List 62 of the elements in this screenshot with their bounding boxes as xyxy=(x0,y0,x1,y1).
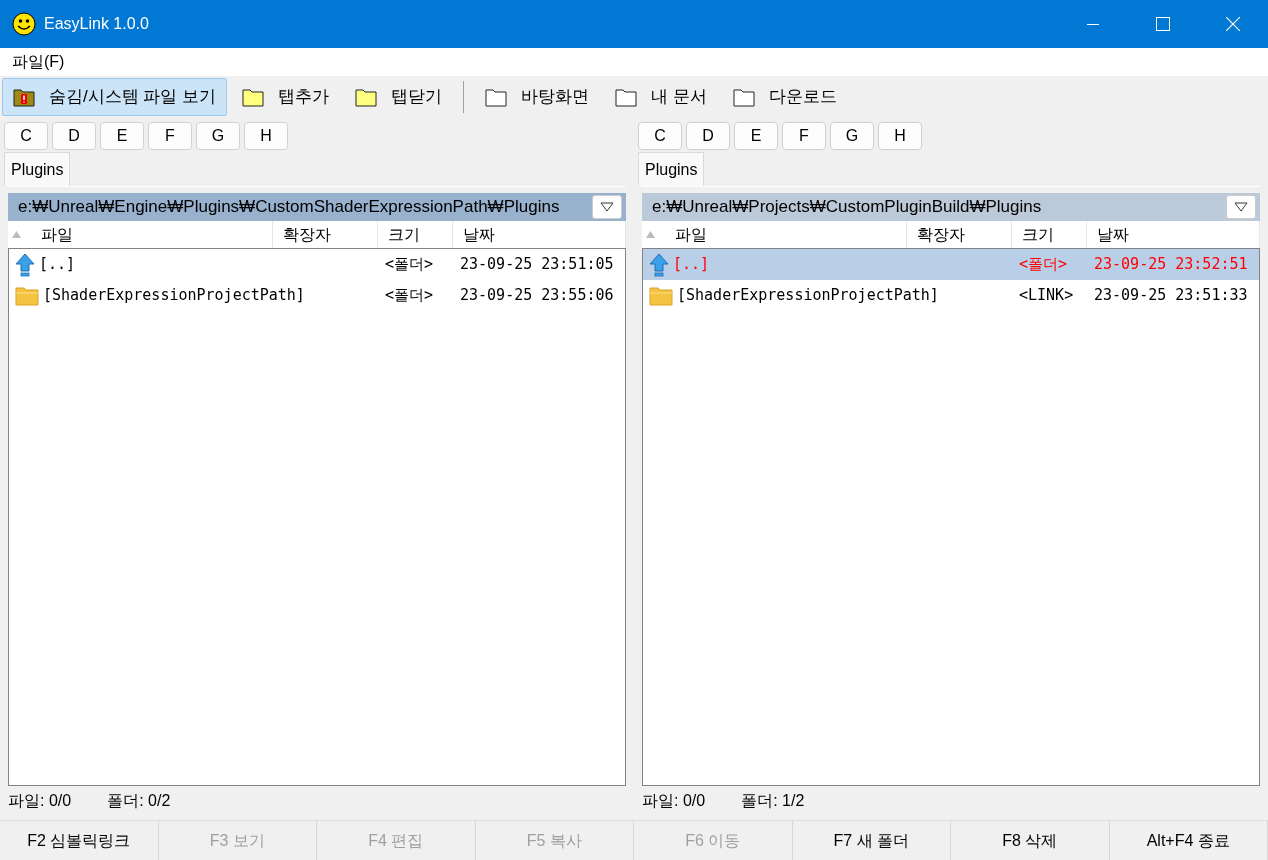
file-date: 23-09-25 23:52:51 xyxy=(1094,255,1248,274)
drive-button[interactable]: F xyxy=(782,122,826,150)
window-title: EasyLink 1.0.0 xyxy=(44,14,150,34)
path-text: e:₩Unreal₩Projects₩CustomPluginBuild₩Plugins xyxy=(652,196,1043,219)
file-row[interactable]: [ShaderExpressionProjectPath] <폴더> 23-09-25 23:55:06 xyxy=(9,280,625,311)
toolbar-button[interactable]: 탭추가 xyxy=(231,78,341,116)
status-text: 폴더: 1/2 xyxy=(741,791,805,811)
status-text: 파일: 0/0 xyxy=(642,791,706,811)
maximize-icon xyxy=(1156,17,1170,31)
drive-button[interactable]: C xyxy=(4,122,48,150)
sort-icon xyxy=(12,231,21,238)
folder-icon xyxy=(355,87,378,107)
file-date: 23-09-25 23:55:06 xyxy=(460,286,614,305)
up-arrow-icon xyxy=(649,252,669,277)
file-name: [ShaderExpressionProjectPath] xyxy=(43,285,305,307)
file-name: [..] xyxy=(673,254,710,276)
sort-icon xyxy=(646,231,655,238)
folder-icon xyxy=(615,87,638,107)
file-size: <폴더> xyxy=(1019,255,1068,274)
file-row[interactable]: [..] <폴더> 23-09-25 23:51:05 xyxy=(9,249,625,280)
close-icon xyxy=(1226,17,1240,31)
tab[interactable]: Plugins xyxy=(638,152,705,186)
folder-icon xyxy=(485,87,508,107)
folder-icon xyxy=(732,87,755,107)
toolbar-button[interactable]: 바탕화면 xyxy=(474,78,601,116)
path-dropdown-button[interactable] xyxy=(1226,195,1256,219)
drive-button[interactable]: H xyxy=(244,122,288,150)
dropdown-icon xyxy=(1234,202,1248,212)
drive-button[interactable]: E xyxy=(100,122,144,150)
file-row[interactable]: [ShaderExpressionProjectPath] <LINK> 23-09-25 23:51:33 xyxy=(643,280,1259,311)
drive-button[interactable]: H xyxy=(878,122,922,150)
warning-folder-icon xyxy=(13,87,35,107)
drive-button[interactable]: G xyxy=(830,122,874,150)
tab[interactable]: Plugins xyxy=(4,152,71,186)
file-size: <LINK> xyxy=(1019,286,1074,305)
folder-icon xyxy=(649,285,673,306)
status-text: 폴더: 0/2 xyxy=(107,791,171,811)
file-size: <폴더> xyxy=(385,255,434,274)
toolbar-button[interactable]: 탭닫기 xyxy=(344,78,454,116)
path-dropdown-button[interactable] xyxy=(592,195,622,219)
drive-button[interactable]: D xyxy=(686,122,730,150)
folder-icon xyxy=(15,285,39,306)
status-text: 파일: 0/0 xyxy=(8,791,72,811)
drive-button[interactable]: C xyxy=(638,122,682,150)
file-date: 23-09-25 23:51:33 xyxy=(1094,286,1248,305)
toolbar-button[interactable]: 내 문서 xyxy=(604,78,718,116)
drive-button[interactable]: E xyxy=(734,122,778,150)
file-name: [ShaderExpressionProjectPath] xyxy=(677,285,939,307)
up-arrow-icon xyxy=(15,252,35,277)
file-size: <폴더> xyxy=(385,286,434,305)
file-date: 23-09-25 23:51:05 xyxy=(460,255,614,274)
drive-button[interactable]: G xyxy=(196,122,240,150)
smiley-icon xyxy=(12,12,36,36)
toolbar-button[interactable]: 숨김/시스템 파일 보기 xyxy=(2,78,228,116)
drive-button[interactable]: D xyxy=(52,122,96,150)
folder-icon xyxy=(242,87,265,107)
menu-item[interactable]: 파일(F) xyxy=(6,50,71,74)
drive-button[interactable]: F xyxy=(148,122,192,150)
path-text: e:₩Unreal₩Engine₩Plugins₩CustomShaderExpressionPath₩Plugins xyxy=(18,196,561,219)
dropdown-icon xyxy=(600,202,614,212)
toolbar-button[interactable]: 다운로드 xyxy=(721,78,848,116)
file-name: [..] xyxy=(39,254,76,276)
